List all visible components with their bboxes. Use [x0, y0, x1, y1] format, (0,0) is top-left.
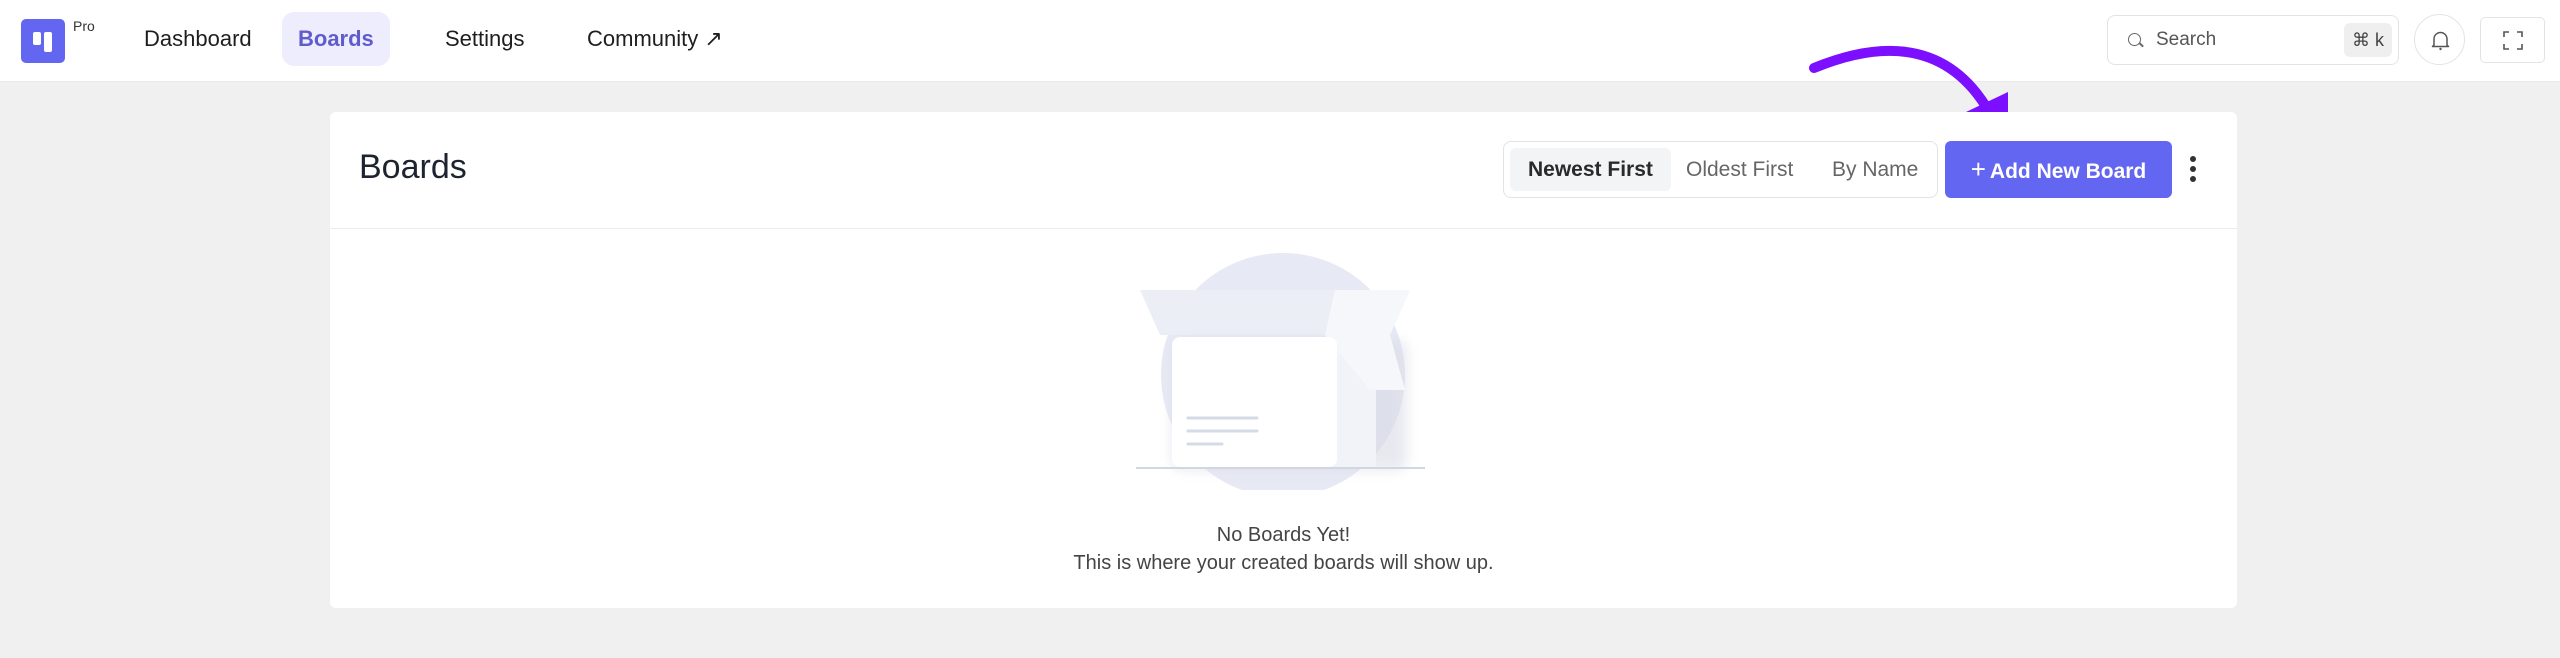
fullscreen-icon — [2503, 31, 2523, 50]
add-new-board-label: Add New Board — [1989, 160, 2147, 183]
sort-by-name[interactable]: By Name — [1814, 148, 1936, 191]
bell-icon — [2431, 31, 2450, 51]
add-new-board-button[interactable]: + Add New Board — [1945, 141, 2172, 198]
search-placeholder: Search — [2156, 29, 2217, 50]
page-title: Boards — [359, 148, 467, 186]
notifications-button[interactable] — [2414, 14, 2465, 65]
card-header: Boards Newest First Oldest First By Name… — [330, 112, 2237, 229]
empty-state-description: This is where your created boards will s… — [1073, 552, 1494, 574]
boards-card: Boards Newest First Oldest First By Name… — [330, 112, 2237, 608]
more-options-button[interactable] — [2186, 156, 2200, 186]
empty-state-title: No Boards Yet! — [1216, 524, 1351, 546]
logo-bar — [44, 32, 52, 52]
nav-item-dashboard[interactable]: Dashboard — [128, 12, 268, 66]
nav-item-boards[interactable]: Boards — [282, 12, 390, 66]
top-navigation-bar: Pro Dashboard Boards Settings Community … — [0, 0, 2560, 82]
app-logo-icon[interactable] — [21, 19, 65, 63]
logo-bar — [33, 32, 41, 45]
fullscreen-button[interactable] — [2480, 17, 2545, 63]
kebab-dot — [2190, 156, 2196, 162]
empty-box-illustration — [1136, 253, 1425, 490]
sort-segmented-control: Newest First Oldest First By Name — [1503, 141, 1938, 198]
sort-oldest-first[interactable]: Oldest First — [1668, 148, 1811, 191]
kebab-dot — [2190, 166, 2196, 172]
nav-item-settings[interactable]: Settings — [429, 12, 541, 66]
sort-newest-first[interactable]: Newest First — [1510, 148, 1671, 191]
search-icon — [2128, 33, 2141, 46]
nav-item-community[interactable]: Community ↗ — [571, 12, 739, 66]
keyboard-shortcut-badge: ⌘ k — [2344, 23, 2392, 57]
search-input[interactable]: Search ⌘ k — [2107, 15, 2399, 65]
kebab-dot — [2190, 176, 2196, 182]
plus-icon: + — [1970, 154, 1986, 184]
pro-badge: Pro — [73, 18, 95, 34]
